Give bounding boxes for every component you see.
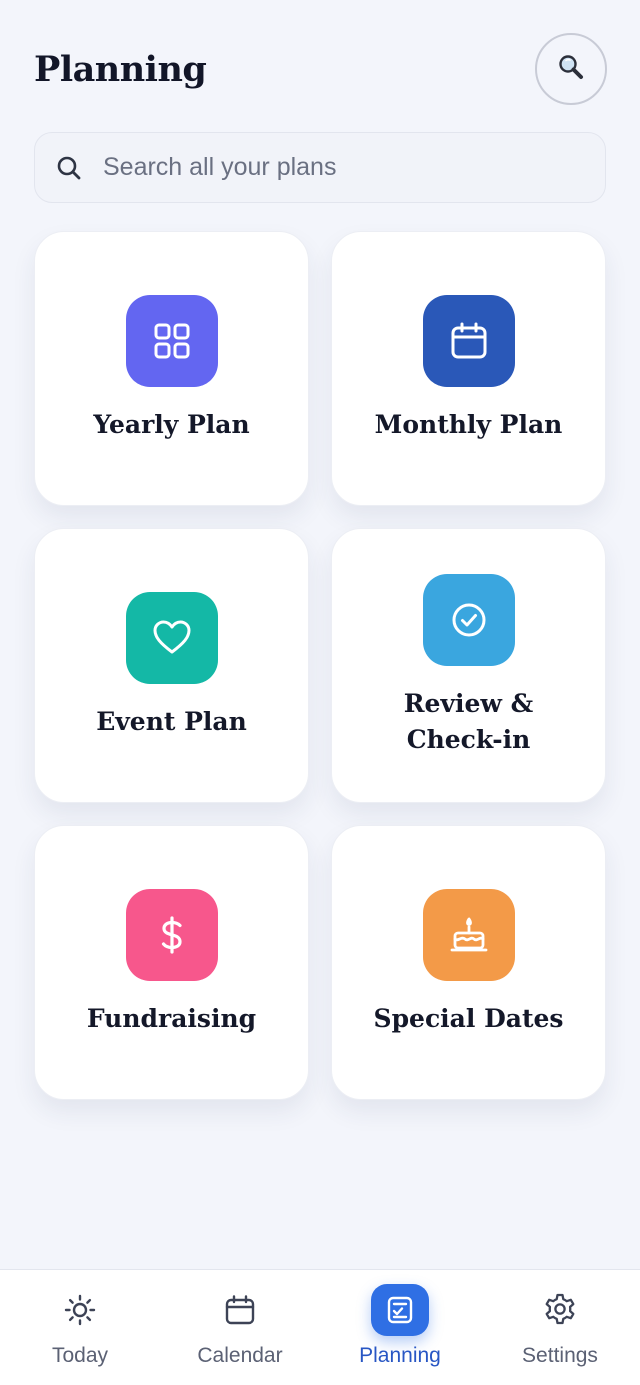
bottom-nav: Today Calendar Planning Settings	[0, 1269, 640, 1385]
card-special-dates[interactable]: Special Dates	[331, 825, 606, 1100]
checklist-icon	[371, 1284, 429, 1336]
nav-label: Planning	[359, 1344, 441, 1367]
card-label: Fundraising	[86, 1003, 257, 1033]
page-title: Planning	[34, 48, 207, 90]
heart-icon	[125, 591, 218, 684]
card-review-check-in[interactable]: Review & Check-in	[331, 528, 606, 803]
plan-grid: Yearly Plan Monthly Plan Event Plan Revi…	[34, 231, 606, 1100]
nav-label: Settings	[522, 1344, 598, 1367]
nav-label: Calendar	[197, 1344, 283, 1367]
sun-icon	[51, 1284, 109, 1336]
nav-item-calendar[interactable]: Calendar	[160, 1270, 320, 1385]
card-label: Yearly Plan	[93, 409, 250, 439]
search-input[interactable]	[103, 153, 605, 182]
dollar-icon	[125, 888, 218, 981]
nav-item-settings[interactable]: Settings	[480, 1270, 640, 1385]
header: Planning	[34, 32, 607, 106]
magnifier-icon	[556, 52, 586, 87]
cake-icon	[422, 888, 515, 981]
grid-icon	[125, 294, 218, 387]
check-circle-icon	[422, 573, 515, 666]
card-yearly-plan[interactable]: Yearly Plan	[34, 231, 309, 506]
card-label: Review & Check-in	[403, 688, 534, 754]
search-icon	[55, 154, 83, 182]
nav-label: Today	[51, 1344, 109, 1367]
card-fundraising[interactable]: Fundraising	[34, 825, 309, 1100]
header-search-button[interactable]	[535, 33, 607, 105]
card-label: Monthly Plan	[374, 409, 563, 439]
card-label: Special Dates	[373, 1003, 564, 1033]
search-bar[interactable]	[34, 132, 606, 203]
gear-icon	[531, 1284, 589, 1336]
card-label: Event Plan	[96, 706, 247, 736]
calendar-icon	[211, 1284, 269, 1336]
calendar-icon	[422, 294, 515, 387]
nav-item-today[interactable]: Today	[0, 1270, 160, 1385]
card-monthly-plan[interactable]: Monthly Plan	[331, 231, 606, 506]
card-event-plan[interactable]: Event Plan	[34, 528, 309, 803]
nav-item-planning[interactable]: Planning	[320, 1270, 480, 1385]
planning-screen: Planning Search all your plans Yearly Pl…	[0, 0, 640, 1385]
